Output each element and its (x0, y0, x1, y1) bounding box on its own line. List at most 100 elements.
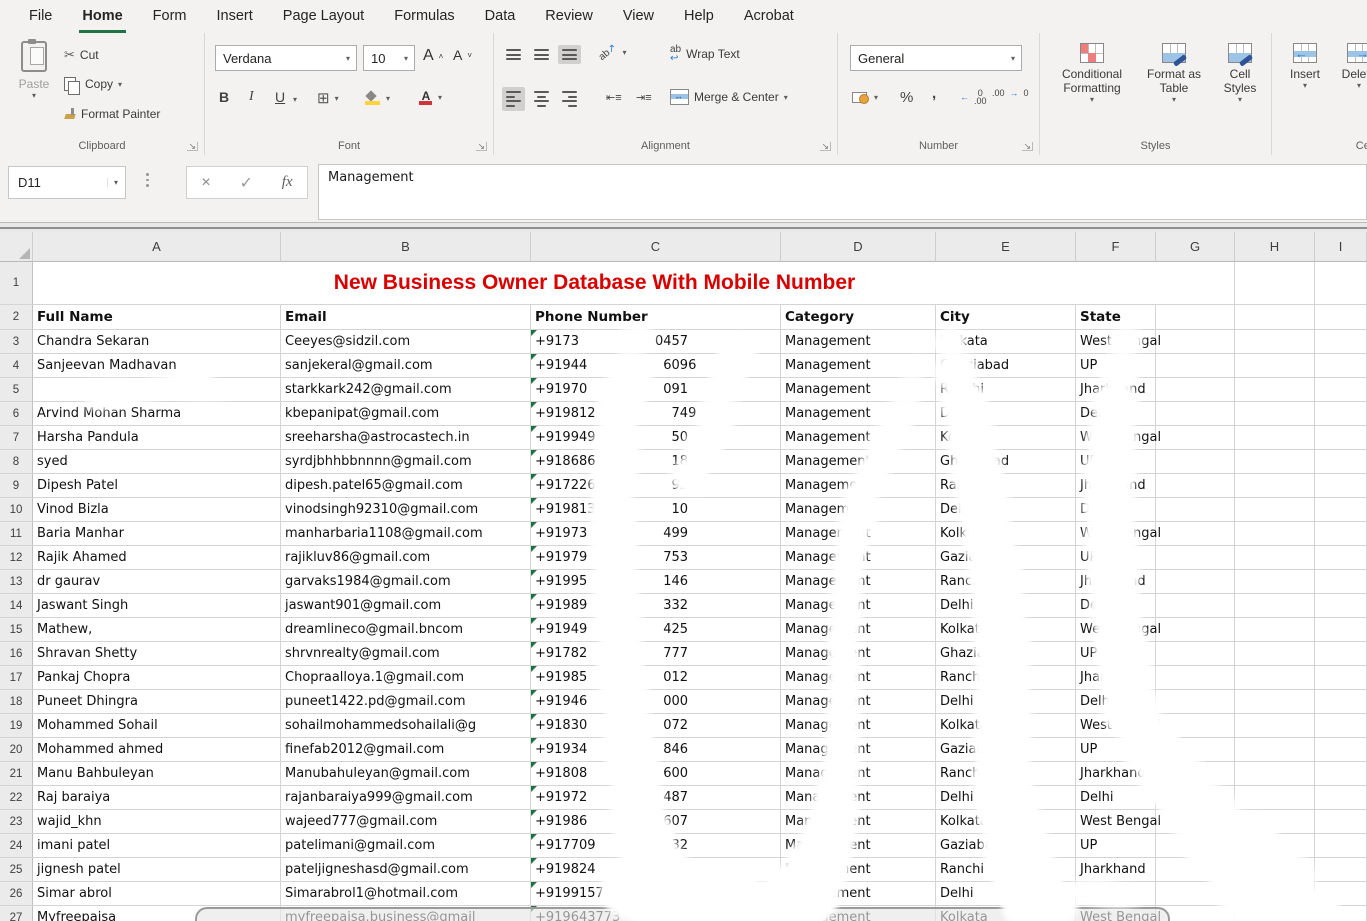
cell-I13[interactable] (1315, 570, 1367, 594)
tab-help[interactable]: Help (669, 0, 729, 33)
cell-B20[interactable]: finefab2012@gmail.com (281, 738, 531, 762)
cell-I14[interactable] (1315, 594, 1367, 618)
column-title-email[interactable]: Email (281, 305, 531, 330)
cell-G4[interactable] (1156, 354, 1235, 378)
cell-I17[interactable] (1315, 666, 1367, 690)
row-header-14[interactable]: 14 (0, 594, 33, 618)
cell-F23[interactable]: West Bengal (1076, 810, 1156, 834)
name-box[interactable]: D11 ▾ (8, 166, 126, 199)
cell-B21[interactable]: Manubahuleyan@gmail.com (281, 762, 531, 786)
cell-B18[interactable]: puneet1422.pd@gmail.com (281, 690, 531, 714)
cell-B10[interactable]: vinodsingh92310@gmail.com (281, 498, 531, 522)
align-middle-button[interactable] (530, 45, 553, 64)
cell-I25[interactable] (1315, 858, 1367, 882)
row-header-24[interactable]: 24 (0, 834, 33, 858)
increase-indent-button[interactable]: ⇥≡ (636, 91, 652, 104)
cell-C9[interactable]: +91722692 (531, 474, 781, 498)
cell-I15[interactable] (1315, 618, 1367, 642)
cell-C6[interactable]: +919812749 (531, 402, 781, 426)
cell-H10[interactable] (1235, 498, 1315, 522)
cell-C11[interactable]: +91973499 (531, 522, 781, 546)
cell-A4[interactable]: Sanjeevan Madhavan (33, 354, 281, 378)
cell-G1[interactable] (1156, 262, 1235, 305)
percent-style-button[interactable]: % (900, 89, 913, 106)
cell-I5[interactable] (1315, 378, 1367, 402)
cut-button[interactable]: ✂ Cut (64, 47, 99, 63)
tab-page-layout[interactable]: Page Layout (268, 0, 379, 33)
cell-H18[interactable] (1235, 690, 1315, 714)
cell-I4[interactable] (1315, 354, 1367, 378)
borders-button[interactable]: ⊞▾ (317, 89, 339, 107)
number-dialog-launcher-icon[interactable]: ↘ (1022, 142, 1033, 151)
cell-I7[interactable] (1315, 426, 1367, 450)
cell-C7[interactable]: +91994950 (531, 426, 781, 450)
cell-B19[interactable]: sohailmohammedsohailali@g (281, 714, 531, 738)
cell-A12[interactable]: Rajik Ahamed (33, 546, 281, 570)
row-header-20[interactable]: 20 (0, 738, 33, 762)
underline-button[interactable]: U (275, 89, 285, 105)
row-header-1[interactable]: 1 (0, 262, 33, 305)
cell-G7[interactable] (1156, 426, 1235, 450)
cell-I1[interactable] (1315, 262, 1367, 305)
cell-G17[interactable] (1156, 666, 1235, 690)
decrease-indent-button[interactable]: ⇤≡ (606, 91, 622, 104)
row-header-25[interactable]: 25 (0, 858, 33, 882)
cell-B11[interactable]: manharbaria1108@gmail.com (281, 522, 531, 546)
cell-I3[interactable] (1315, 330, 1367, 354)
row-header-19[interactable]: 19 (0, 714, 33, 738)
cell-A6[interactable]: Arvind Mohan Sharma (33, 402, 281, 426)
wrap-text-button[interactable]: ab↩ Wrap Text (670, 45, 740, 63)
row-header-9[interactable]: 9 (0, 474, 33, 498)
cell-I24[interactable] (1315, 834, 1367, 858)
cell-G16[interactable] (1156, 642, 1235, 666)
align-right-button[interactable] (558, 87, 581, 111)
cell-C17[interactable]: +91985012 (531, 666, 781, 690)
cell-A9[interactable]: Dipesh Patel (33, 474, 281, 498)
cell-H6[interactable] (1235, 402, 1315, 426)
tab-file[interactable]: File (14, 0, 67, 33)
column-header-C[interactable]: C (531, 232, 781, 262)
cell-C19[interactable]: +91830072 (531, 714, 781, 738)
cell-C8[interactable]: +91868618 (531, 450, 781, 474)
column-header-E[interactable]: E (936, 232, 1076, 262)
formula-bar-drag-handle[interactable] (146, 173, 149, 187)
cell-C16[interactable]: +91782777 (531, 642, 781, 666)
row-header-23[interactable]: 23 (0, 810, 33, 834)
row-header-3[interactable]: 3 (0, 330, 33, 354)
cell-H1[interactable] (1235, 262, 1315, 305)
fill-color-button[interactable]: ▾ (365, 91, 390, 105)
confirm-entry-icon[interactable]: ✓ (240, 173, 253, 193)
cell-B6[interactable]: kbepanipat@gmail.com (281, 402, 531, 426)
row-header-16[interactable]: 16 (0, 642, 33, 666)
align-top-button[interactable] (502, 45, 525, 64)
row-header-26[interactable]: 26 (0, 882, 33, 906)
cell-B7[interactable]: sreeharsha@astrocastech.in (281, 426, 531, 450)
row-header-18[interactable]: 18 (0, 690, 33, 714)
tab-form[interactable]: Form (138, 0, 202, 33)
column-title-state[interactable]: State (1076, 305, 1156, 330)
cell-A25[interactable]: jignesh patel (33, 858, 281, 882)
cell-I2[interactable] (1315, 305, 1367, 330)
cell-A17[interactable]: Pankaj Chopra (33, 666, 281, 690)
cell-H8[interactable] (1235, 450, 1315, 474)
cell-I6[interactable] (1315, 402, 1367, 426)
cell-H3[interactable] (1235, 330, 1315, 354)
copy-button[interactable]: Copy ▾ (64, 77, 122, 91)
column-header-D[interactable]: D (781, 232, 936, 262)
cell-D3[interactable]: Management (781, 330, 936, 354)
cell-A19[interactable]: Mohammed Sohail (33, 714, 281, 738)
cell-A11[interactable]: Baria Manhar (33, 522, 281, 546)
underline-options-chevron-icon[interactable]: ▾ (293, 95, 297, 104)
italic-button[interactable]: I (249, 89, 254, 105)
cell-H13[interactable] (1235, 570, 1315, 594)
cancel-entry-icon[interactable]: × (201, 174, 210, 192)
cell-H21[interactable] (1235, 762, 1315, 786)
column-title-full-name[interactable]: Full Name (33, 305, 281, 330)
cell-G8[interactable] (1156, 450, 1235, 474)
cell-H16[interactable] (1235, 642, 1315, 666)
cell-I23[interactable] (1315, 810, 1367, 834)
cell-styles-button[interactable]: Cell Styles ▾ (1212, 43, 1268, 104)
tab-formulas[interactable]: Formulas (379, 0, 469, 33)
row-header-8[interactable]: 8 (0, 450, 33, 474)
number-format-select[interactable]: General ▾ (850, 45, 1022, 71)
